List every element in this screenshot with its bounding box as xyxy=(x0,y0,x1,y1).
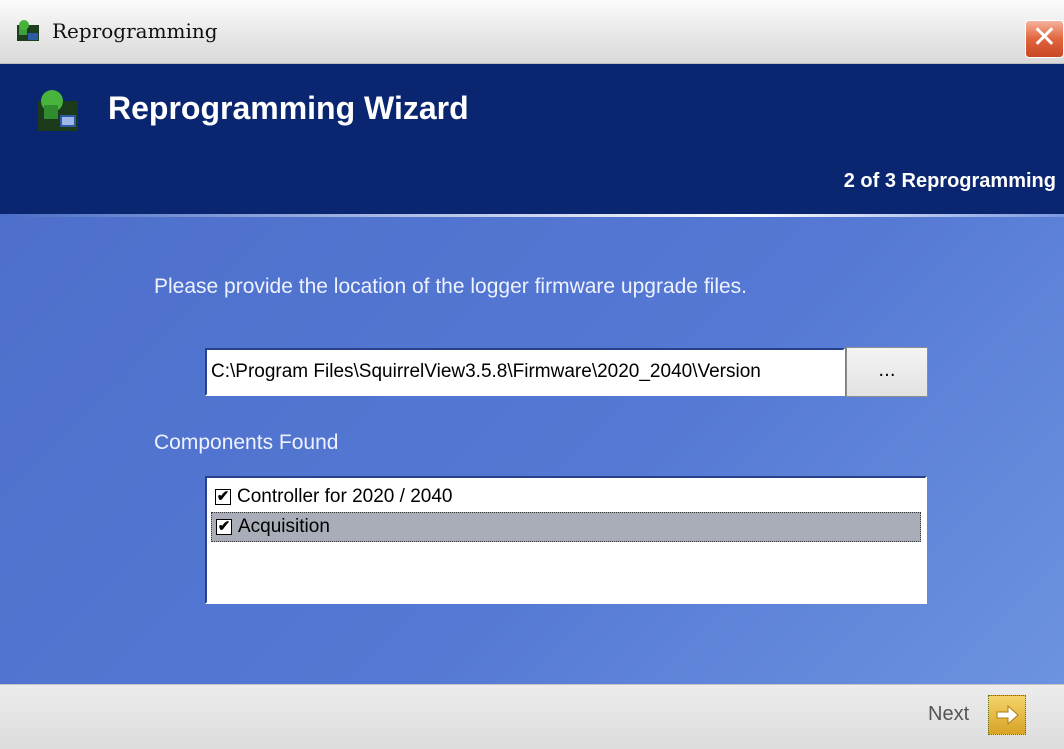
close-button[interactable]: ✕ xyxy=(1025,20,1064,58)
close-icon: ✕ xyxy=(1031,20,1058,55)
checkbox[interactable]: ✔ xyxy=(215,489,231,505)
wizard-footer: Next xyxy=(0,684,1064,749)
app-icon xyxy=(17,20,39,41)
window-title: Reprogramming xyxy=(52,19,218,43)
component-label: Controller for 2020 / 2040 xyxy=(237,486,453,507)
arrow-right-icon xyxy=(996,704,1019,726)
wizard-title: Reprogramming Wizard xyxy=(108,90,469,126)
firmware-path-input[interactable]: C:\Program Files\SquirrelView3.5.8\Firmw… xyxy=(205,348,845,396)
list-item[interactable]: ✔ Controller for 2020 / 2040 xyxy=(211,482,921,512)
list-item[interactable]: ✔ Acquisition xyxy=(211,512,921,542)
browse-button[interactable]: ... xyxy=(846,347,928,397)
title-bar: Reprogramming ✕ xyxy=(0,0,1064,64)
component-label: Acquisition xyxy=(238,516,330,537)
wizard-body: Please provide the location of the logge… xyxy=(0,217,1064,684)
wizard-header: Reprogramming Wizard 2 of 3 Reprogrammin… xyxy=(0,64,1064,214)
next-button[interactable] xyxy=(988,695,1026,735)
instruction-text: Please provide the location of the logge… xyxy=(154,275,748,298)
next-label[interactable]: Next xyxy=(928,703,969,726)
step-indicator: 2 of 3 Reprogramming xyxy=(843,170,1056,192)
components-list[interactable]: ✔ Controller for 2020 / 2040 ✔ Acquisiti… xyxy=(205,476,927,604)
checkbox[interactable]: ✔ xyxy=(216,519,232,535)
wizard-header-icon xyxy=(38,90,78,131)
components-label: Components Found xyxy=(154,431,339,454)
